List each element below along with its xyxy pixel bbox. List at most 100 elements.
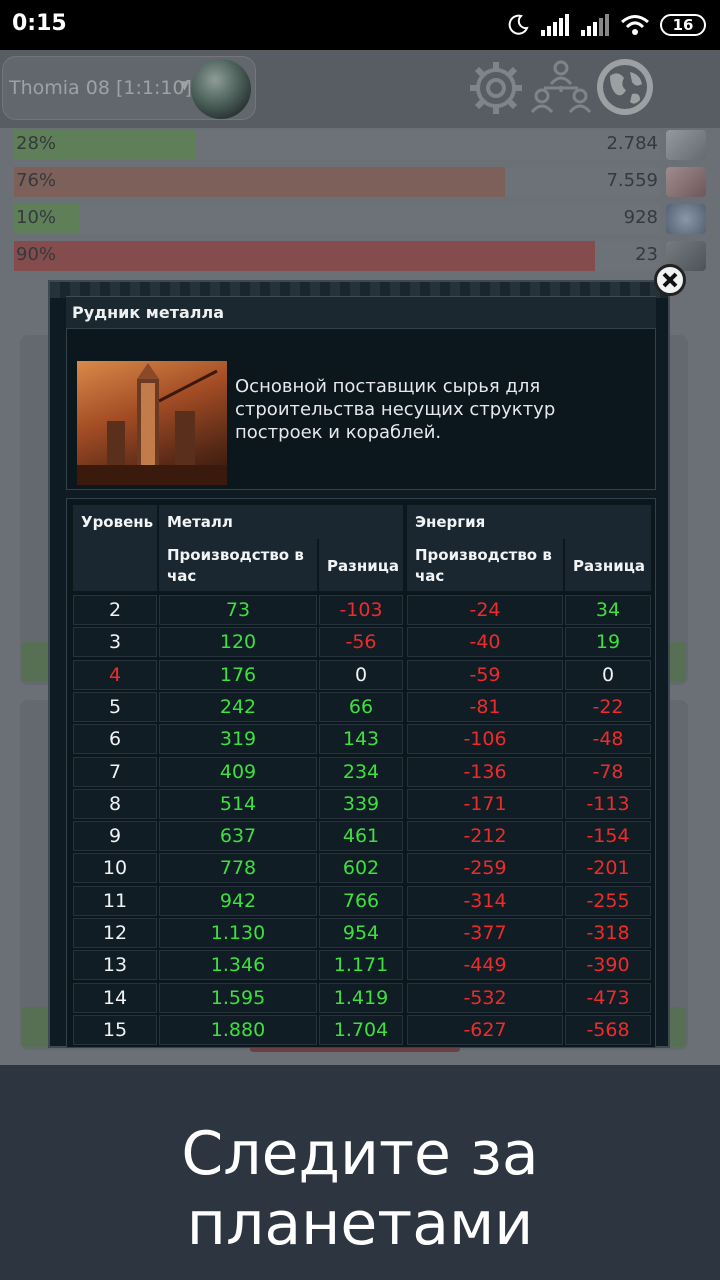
cell-metal-production: 120	[159, 627, 317, 658]
modal-title-bar: Рудник металла	[66, 296, 656, 330]
cell-energy-production: -136	[407, 756, 563, 787]
close-icon	[662, 272, 678, 288]
cell-metal-diff: 66	[319, 691, 403, 722]
promo-caption: Следите за планетами	[181, 1119, 539, 1259]
cell-level: 2	[73, 595, 157, 625]
header-level-blank	[73, 539, 157, 591]
cell-energy-production: -59	[407, 659, 563, 690]
header-energy-production: Производство в час	[407, 539, 563, 591]
cell-energy-diff: -154	[565, 821, 651, 852]
cell-metal-diff: 1.419	[319, 982, 403, 1013]
cell-metal-production: 1.595	[159, 982, 317, 1013]
cell-energy-diff: -48	[565, 724, 651, 755]
signal-icon	[541, 14, 569, 36]
cell-metal-production: 242	[159, 691, 317, 722]
cell-energy-diff: 0	[565, 659, 651, 690]
cell-level: 5	[73, 691, 157, 722]
cell-energy-production: -532	[407, 982, 563, 1013]
cell-metal-diff: 954	[319, 918, 403, 948]
cell-level: 12	[73, 918, 157, 948]
wifi-icon	[621, 15, 649, 35]
production-table: Уровень Металл Энергия Производство в ча…	[66, 498, 656, 1048]
cell-level: 7	[73, 756, 157, 787]
cell-energy-production: -106	[407, 724, 563, 755]
moon-icon	[508, 14, 529, 35]
cell-energy-production: -314	[407, 885, 563, 916]
close-button[interactable]	[654, 264, 686, 296]
cell-energy-diff: -255	[565, 885, 651, 916]
metal-mine-image	[77, 361, 227, 485]
cell-energy-production: -449	[407, 950, 563, 981]
header-level-label: Уровень	[81, 513, 154, 531]
signal-icon	[581, 14, 609, 36]
cell-metal-diff: 602	[319, 853, 403, 884]
cell-energy-diff: -78	[565, 756, 651, 787]
building-description: Основной поставщик сырья для строительст…	[235, 376, 556, 443]
modal-title: Рудник металла	[72, 303, 225, 322]
cell-metal-production: 637	[159, 821, 317, 852]
cell-metal-production: 1.130	[159, 918, 317, 948]
header-metal-label: Металл	[167, 513, 233, 531]
cell-energy-production: -40	[407, 627, 563, 658]
cell-level: 15	[73, 1014, 157, 1045]
header-energy: Энергия	[407, 505, 651, 539]
cell-metal-production: 514	[159, 788, 317, 819]
cell-metal-diff: 143	[319, 724, 403, 755]
header-level: Уровень	[73, 505, 157, 539]
cell-metal-diff: 1.171	[319, 950, 403, 981]
cell-energy-diff: -390	[565, 950, 651, 981]
cell-metal-diff: 339	[319, 788, 403, 819]
cell-energy-diff: -113	[565, 788, 651, 819]
header-energy-label: Энергия	[415, 513, 486, 531]
header-metal-diff-label: Разница	[327, 557, 399, 575]
header-energy-diff-label: Разница	[573, 557, 645, 575]
battery-indicator: 16	[660, 14, 706, 36]
cell-level: 8	[73, 788, 157, 819]
cell-energy-production: -627	[407, 1014, 563, 1045]
cell-energy-diff: -318	[565, 918, 651, 948]
status-bar: 0:15 16	[0, 0, 720, 50]
cell-metal-diff: 1.704	[319, 1014, 403, 1045]
cell-energy-diff: -22	[565, 691, 651, 722]
cell-energy-production: -259	[407, 853, 563, 884]
cell-energy-production: -81	[407, 691, 563, 722]
header-energy-diff: Разница	[565, 539, 651, 591]
cell-energy-production: -24	[407, 595, 563, 625]
status-time: 0:15	[12, 11, 67, 36]
description-box: Основной поставщик сырья для строительст…	[66, 328, 656, 490]
cell-metal-production: 1.880	[159, 1014, 317, 1045]
building-info-modal: Рудник металла Основной поставщик сырья …	[48, 280, 670, 1048]
cell-level: 9	[73, 821, 157, 852]
header-metal: Металл	[159, 505, 403, 539]
cell-metal-diff: -56	[319, 627, 403, 658]
cell-metal-production: 778	[159, 853, 317, 884]
cell-energy-diff: 34	[565, 595, 651, 625]
promo-footer: Следите за планетами	[0, 1065, 720, 1280]
cell-energy-diff: -473	[565, 982, 651, 1013]
cell-energy-diff: -201	[565, 853, 651, 884]
cell-metal-diff: 766	[319, 885, 403, 916]
cell-level: 4	[73, 659, 157, 690]
cell-metal-production: 73	[159, 595, 317, 625]
cell-metal-production: 1.346	[159, 950, 317, 981]
cell-metal-production: 319	[159, 724, 317, 755]
cell-level: 14	[73, 982, 157, 1013]
app-root: 0:15 16 Thomia 08 [1:1:10] ▼ 28% 2.784 7…	[0, 0, 720, 1280]
cell-energy-production: -171	[407, 788, 563, 819]
cell-energy-diff: -568	[565, 1014, 651, 1045]
cell-level: 3	[73, 627, 157, 658]
cell-level: 6	[73, 724, 157, 755]
cell-level: 10	[73, 853, 157, 884]
cell-metal-diff: -103	[319, 595, 403, 625]
header-metal-production: Производство в час	[159, 539, 317, 591]
cell-energy-diff: 19	[565, 627, 651, 658]
cell-metal-diff: 461	[319, 821, 403, 852]
header-metal-production-label: Производство в час	[167, 546, 304, 585]
status-icons: 16	[506, 12, 706, 38]
cell-energy-production: -377	[407, 918, 563, 948]
cell-level: 13	[73, 950, 157, 981]
cell-metal-diff: 0	[319, 659, 403, 690]
header-energy-production-label: Производство в час	[415, 546, 552, 585]
cell-level: 11	[73, 885, 157, 916]
cell-metal-production: 409	[159, 756, 317, 787]
